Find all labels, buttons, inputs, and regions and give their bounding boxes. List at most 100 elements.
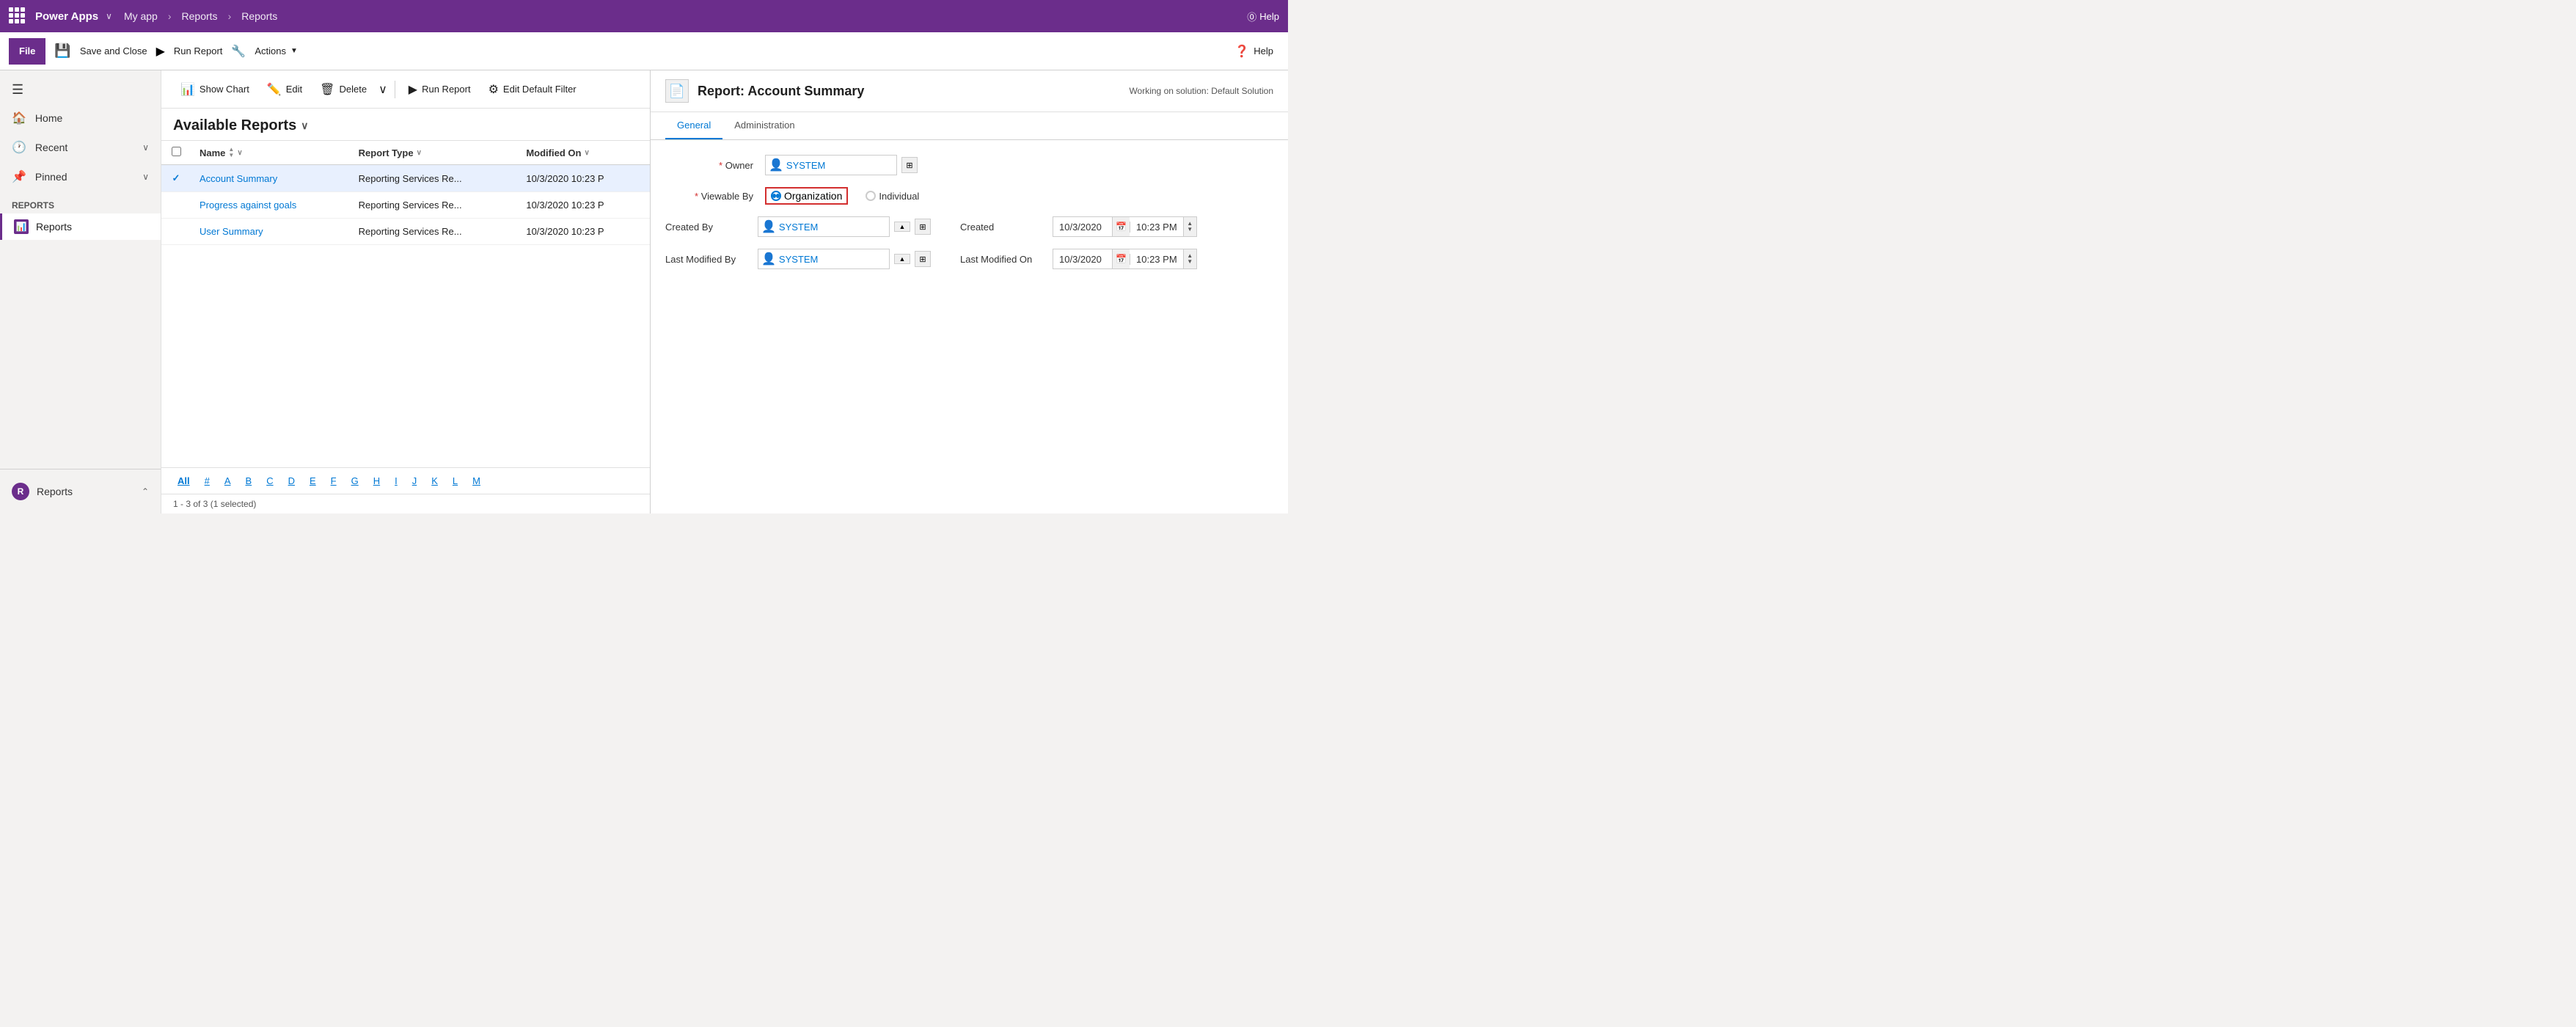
edit-icon: ✏️ — [267, 82, 282, 97]
alpha-btn-j[interactable]: J — [408, 474, 422, 488]
alpha-btn-f[interactable]: F — [326, 474, 341, 488]
table-row[interactable]: User SummaryReporting Services Re...10/3… — [161, 219, 650, 245]
save-close-button[interactable]: Save and Close — [74, 38, 153, 65]
recent-chevron-icon: ∨ — [142, 142, 149, 153]
last-modified-by-lookup-btn[interactable]: ⊞ — [915, 251, 931, 267]
help-button[interactable]: ⓪ Help — [1247, 10, 1279, 23]
waffle-icon[interactable] — [9, 7, 26, 25]
created-by-input[interactable]: 👤 SYSTEM — [758, 216, 890, 237]
right-col: Created 10/3/2020 📅 10:23 PM ▲ ▼ — [960, 216, 1197, 269]
last-modified-on-date-input[interactable]: 10/3/2020 📅 10:23 PM ▲ ▼ — [1053, 249, 1197, 269]
organization-radio-box[interactable]: Organization — [765, 187, 848, 205]
last-modified-on-time-btn[interactable]: ▲ ▼ — [1183, 249, 1196, 268]
alpha-btn-g[interactable]: G — [347, 474, 363, 488]
report-type-column-header[interactable]: Report Type ∨ — [350, 141, 518, 165]
individual-radio-option[interactable]: Individual — [866, 191, 919, 202]
created-on-calendar-btn[interactable]: 📅 — [1112, 217, 1130, 236]
name-column-header[interactable]: Name ▲ ▼ ∨ — [191, 141, 350, 165]
modified-on-column-header[interactable]: Modified On ∨ — [517, 141, 650, 165]
alpha-btn-k[interactable]: K — [427, 474, 442, 488]
created-on-time-btn[interactable]: ▲ ▼ — [1183, 217, 1196, 236]
table-row[interactable]: ✓Account SummaryReporting Services Re...… — [161, 165, 650, 192]
recent-icon: 🕐 — [12, 140, 26, 155]
created-by-label: Created By — [665, 222, 746, 233]
run-report-ribbon-button[interactable]: Run Report — [168, 38, 228, 65]
report-name-link[interactable]: Account Summary — [200, 173, 277, 184]
last-modified-by-value: SYSTEM — [779, 254, 818, 265]
owner-lookup-button[interactable]: ⊞ — [901, 157, 918, 173]
sidebar-item-home[interactable]: 🏠 Home — [0, 103, 161, 133]
actions-button[interactable]: Actions ▼ — [249, 38, 304, 65]
sidebar-item-reports[interactable]: 📊 Reports — [0, 213, 161, 240]
file-button[interactable]: File — [9, 38, 45, 65]
created-by-value: SYSTEM — [779, 222, 818, 233]
name-filter-icon[interactable]: ∨ — [237, 149, 242, 157]
name-sort-icons[interactable]: ▲ ▼ — [228, 147, 234, 158]
list-title-chevron-icon[interactable]: ∨ — [301, 120, 308, 132]
checkbox-column-header[interactable] — [161, 141, 191, 165]
run-report-button[interactable]: ▶ Run Report — [401, 78, 478, 101]
edit-button[interactable]: ✏️ Edit — [260, 78, 310, 101]
alpha-btn-c[interactable]: C — [262, 474, 277, 488]
edit-default-filter-button[interactable]: ⚙ Edit Default Filter — [481, 78, 584, 101]
sidebar-bottom-reports[interactable]: R Reports ⌃ — [0, 475, 161, 508]
my-app-label[interactable]: My app — [124, 10, 158, 22]
owner-input[interactable]: 👤 SYSTEM — [765, 155, 897, 175]
alpha-btn-d[interactable]: D — [284, 474, 299, 488]
report-name-link[interactable]: Progress against goals — [200, 200, 296, 211]
help-ribbon-button[interactable]: ❓ Help — [1229, 38, 1279, 65]
created-by-up-btn[interactable]: ▲ — [894, 222, 910, 232]
alpha-btn-all[interactable]: All — [173, 474, 194, 488]
sidebar-section-reports: Reports — [0, 191, 161, 213]
organization-radio[interactable] — [771, 191, 781, 201]
select-all-checkbox[interactable] — [172, 147, 181, 156]
status-bar: 1 - 3 of 3 (1 selected) — [161, 494, 650, 514]
last-modified-on-label: Last Modified On — [960, 254, 1041, 265]
alpha-btn-a[interactable]: A — [220, 474, 235, 488]
breadcrumb-reports1[interactable]: Reports — [182, 10, 218, 22]
row-modified-cell: 10/3/2020 10:23 P — [517, 192, 650, 219]
row-type-cell: Reporting Services Re... — [350, 192, 518, 219]
alpha-btn-m[interactable]: M — [468, 474, 485, 488]
created-by-field: 👤 SYSTEM ▲ ⊞ — [758, 216, 931, 237]
hamburger-menu[interactable]: ☰ — [0, 76, 161, 103]
table-row[interactable]: Progress against goals Reporting Services… — [161, 192, 650, 219]
alpha-btn-h[interactable]: H — [369, 474, 384, 488]
table-header-row: Name ▲ ▼ ∨ Report Type — [161, 141, 650, 165]
report-type-filter-icon[interactable]: ∨ — [417, 149, 422, 157]
report-name-link[interactable]: User Summary — [200, 226, 263, 237]
sidebar-item-pinned[interactable]: 📌 Pinned ∨ — [0, 162, 161, 191]
delete-label: Delete — [339, 84, 367, 95]
last-modified-by-input[interactable]: 👤 SYSTEM — [758, 249, 890, 269]
tab-general[interactable]: General — [665, 112, 722, 139]
breadcrumb-separator2: › — [228, 10, 232, 22]
home-icon: 🏠 — [12, 111, 26, 125]
sidebar-item-recent[interactable]: 🕐 Recent ∨ — [0, 133, 161, 162]
created-by-lookup-btn[interactable]: ⊞ — [915, 219, 931, 235]
individual-label: Individual — [879, 191, 919, 202]
show-chart-button[interactable]: 📊 Show Chart — [173, 78, 257, 101]
actions-icon: 🔧 — [231, 44, 246, 59]
created-on-date-input[interactable]: 10/3/2020 📅 10:23 PM ▲ ▼ — [1053, 216, 1197, 237]
last-modified-by-up-btn[interactable]: ▲ — [894, 254, 910, 264]
breadcrumb-reports2[interactable]: Reports — [241, 10, 277, 22]
modified-on-filter-icon[interactable]: ∨ — [584, 149, 589, 157]
tab-administration-label: Administration — [734, 120, 794, 131]
individual-radio[interactable] — [866, 191, 876, 201]
tab-administration[interactable]: Administration — [722, 112, 806, 139]
more-options-button[interactable]: ∨ — [377, 79, 389, 100]
app-chevron-icon: ∨ — [106, 11, 112, 21]
chart-icon: 📊 — [180, 82, 195, 97]
alpha-btn-b[interactable]: B — [241, 474, 257, 488]
list-header: Available Reports ∨ — [161, 109, 650, 141]
help-ribbon-label: Help — [1254, 45, 1273, 56]
alpha-btn-e[interactable]: E — [305, 474, 321, 488]
report-form-icon: 📄 — [665, 79, 689, 103]
last-modified-on-calendar-btn[interactable]: 📅 — [1112, 249, 1130, 268]
viewable-by-row: Viewable By Organization Individual — [665, 187, 1273, 205]
alpha-btn-i[interactable]: I — [390, 474, 402, 488]
alpha-btn-#[interactable]: # — [200, 474, 214, 488]
delete-button[interactable]: 🗑 Delete — [312, 78, 374, 101]
alpha-btn-l[interactable]: L — [448, 474, 462, 488]
last-modified-by-row: Last Modified By 👤 SYSTEM ▲ ⊞ — [665, 249, 931, 269]
